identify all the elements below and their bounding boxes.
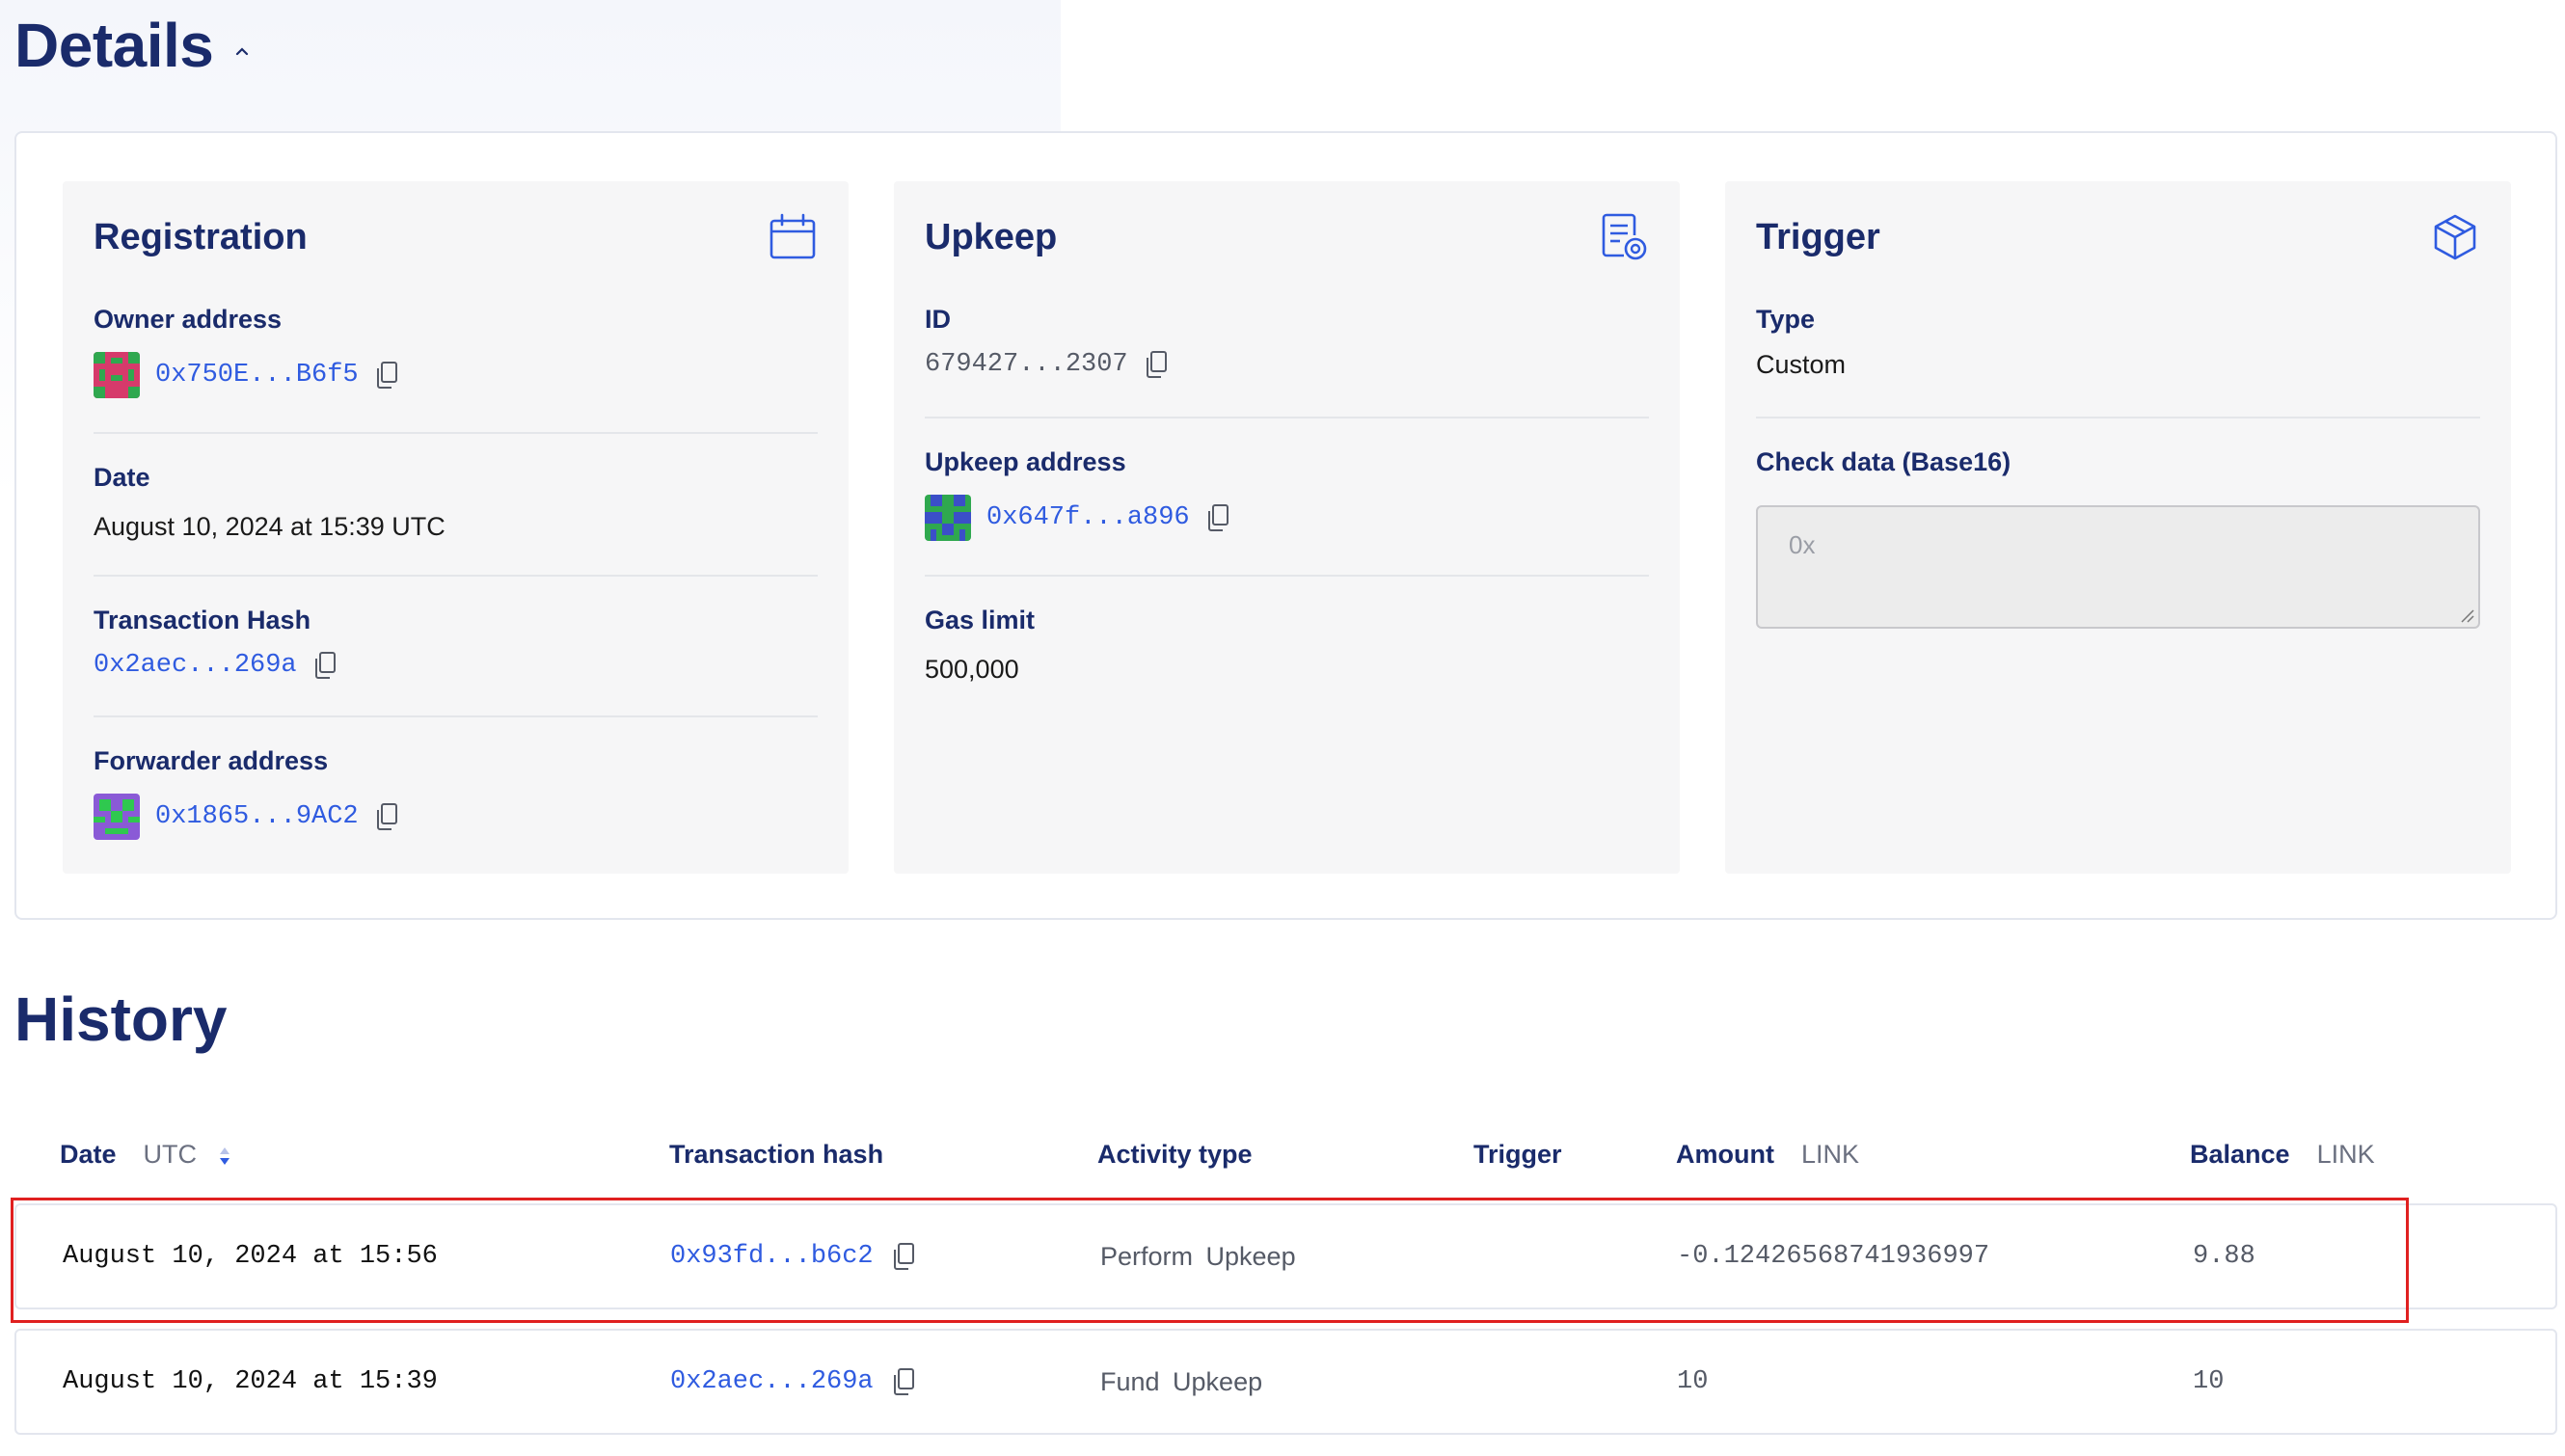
details-panel: Registration Owner address 0x750E...B6f5 (14, 131, 2557, 920)
column-header-balance: Balance LINK (2190, 1140, 2375, 1170)
transaction-hash-link[interactable]: 0x2aec...269a (94, 651, 297, 680)
copy-icon[interactable] (312, 651, 338, 680)
trigger-title: Trigger (1756, 216, 1880, 257)
row-hash-link[interactable]: 0x2aec...269a (670, 1367, 874, 1396)
resize-grip-icon[interactable] (2459, 607, 2474, 623)
cube-icon (2434, 214, 2476, 260)
details-title: Details (14, 11, 214, 80)
owner-address-link[interactable]: 0x750E...B6f5 (155, 361, 359, 390)
row-balance: 10 (2193, 1367, 2225, 1396)
trigger-type-label: Type (1756, 305, 1816, 334)
column-header-trigger: Trigger (1473, 1140, 1562, 1169)
calendar-icon (770, 213, 816, 259)
copy-icon[interactable] (1205, 503, 1230, 532)
row-activity: Fund Upkeep (1100, 1366, 1263, 1396)
check-data-label: Check data (Base16) (1756, 447, 2012, 476)
column-date-unit: UTC (143, 1140, 198, 1169)
upkeep-title: Upkeep (925, 216, 1058, 257)
column-header-hash: Transaction hash (669, 1140, 884, 1169)
date-label: Date (94, 463, 150, 492)
upkeep-card: Upkeep ID 679427...2307 Upkeep address 0… (894, 181, 1680, 874)
column-balance-label: Balance (2190, 1140, 2290, 1169)
owner-identicon-avatar (94, 352, 140, 398)
column-date-label: Date (60, 1140, 117, 1169)
upkeep-id-value: 679427...2307 (925, 350, 1128, 379)
forwarder-identicon-avatar (94, 794, 140, 840)
column-amount-label: Amount (1676, 1140, 1774, 1169)
column-header-date[interactable]: Date UTC (60, 1140, 231, 1170)
column-amount-unit: LINK (1800, 1140, 1860, 1169)
trigger-card: Trigger Type Custom Check data (Base16) … (1725, 181, 2511, 874)
forwarder-address-label: Forwarder address (94, 746, 329, 775)
copy-icon[interactable] (1144, 350, 1169, 379)
registration-title: Registration (94, 216, 308, 257)
history-title: History (14, 984, 228, 1054)
upkeep-address-link[interactable]: 0x647f...a896 (986, 503, 1190, 532)
id-label: ID (925, 305, 951, 334)
copy-icon[interactable] (374, 361, 399, 390)
copy-icon[interactable] (374, 802, 399, 831)
forwarder-address-link[interactable]: 0x1865...9AC2 (155, 802, 359, 831)
row-amount: -0.12426568741936997 (1677, 1242, 1990, 1271)
row-activity: Perform Upkeep (1100, 1241, 1296, 1271)
gas-limit-value: 500,000 (925, 655, 1019, 684)
row-amount: 10 (1677, 1367, 1709, 1396)
chevron-up-icon[interactable] (232, 42, 252, 62)
row-balance: 9.88 (2193, 1242, 2255, 1271)
table-row[interactable]: August 10, 2024 at 15:39 0x2aec...269a F… (14, 1329, 2557, 1435)
copy-icon[interactable] (891, 1242, 916, 1271)
column-header-amount: Amount LINK (1676, 1140, 1859, 1170)
row-hash-link[interactable]: 0x93fd...b6c2 (670, 1242, 874, 1271)
details-header[interactable]: Details (14, 10, 252, 81)
registration-card: Registration Owner address 0x750E...B6f5 (63, 181, 849, 874)
upkeep-identicon-avatar (925, 495, 971, 541)
column-balance-unit: LINK (2316, 1140, 2375, 1169)
owner-address-label: Owner address (94, 305, 283, 334)
row-date: August 10, 2024 at 15:56 (63, 1242, 438, 1271)
date-value: August 10, 2024 at 15:39 UTC (94, 512, 446, 541)
table-row[interactable]: August 10, 2024 at 15:56 0x93fd...b6c2 P… (14, 1203, 2557, 1309)
check-data-placeholder: 0x (1789, 530, 1816, 559)
document-gear-icon (1602, 213, 1647, 260)
column-header-activity: Activity type (1097, 1140, 1253, 1169)
trigger-type-value: Custom (1756, 350, 1847, 379)
sort-icon[interactable] (218, 1145, 231, 1168)
upkeep-address-label: Upkeep address (925, 447, 1126, 476)
check-data-textarea[interactable]: 0x (1756, 505, 2480, 629)
row-date: August 10, 2024 at 15:39 (63, 1367, 438, 1396)
gas-limit-label: Gas limit (925, 606, 1036, 634)
transaction-hash-label: Transaction Hash (94, 606, 311, 634)
copy-icon[interactable] (891, 1367, 916, 1396)
